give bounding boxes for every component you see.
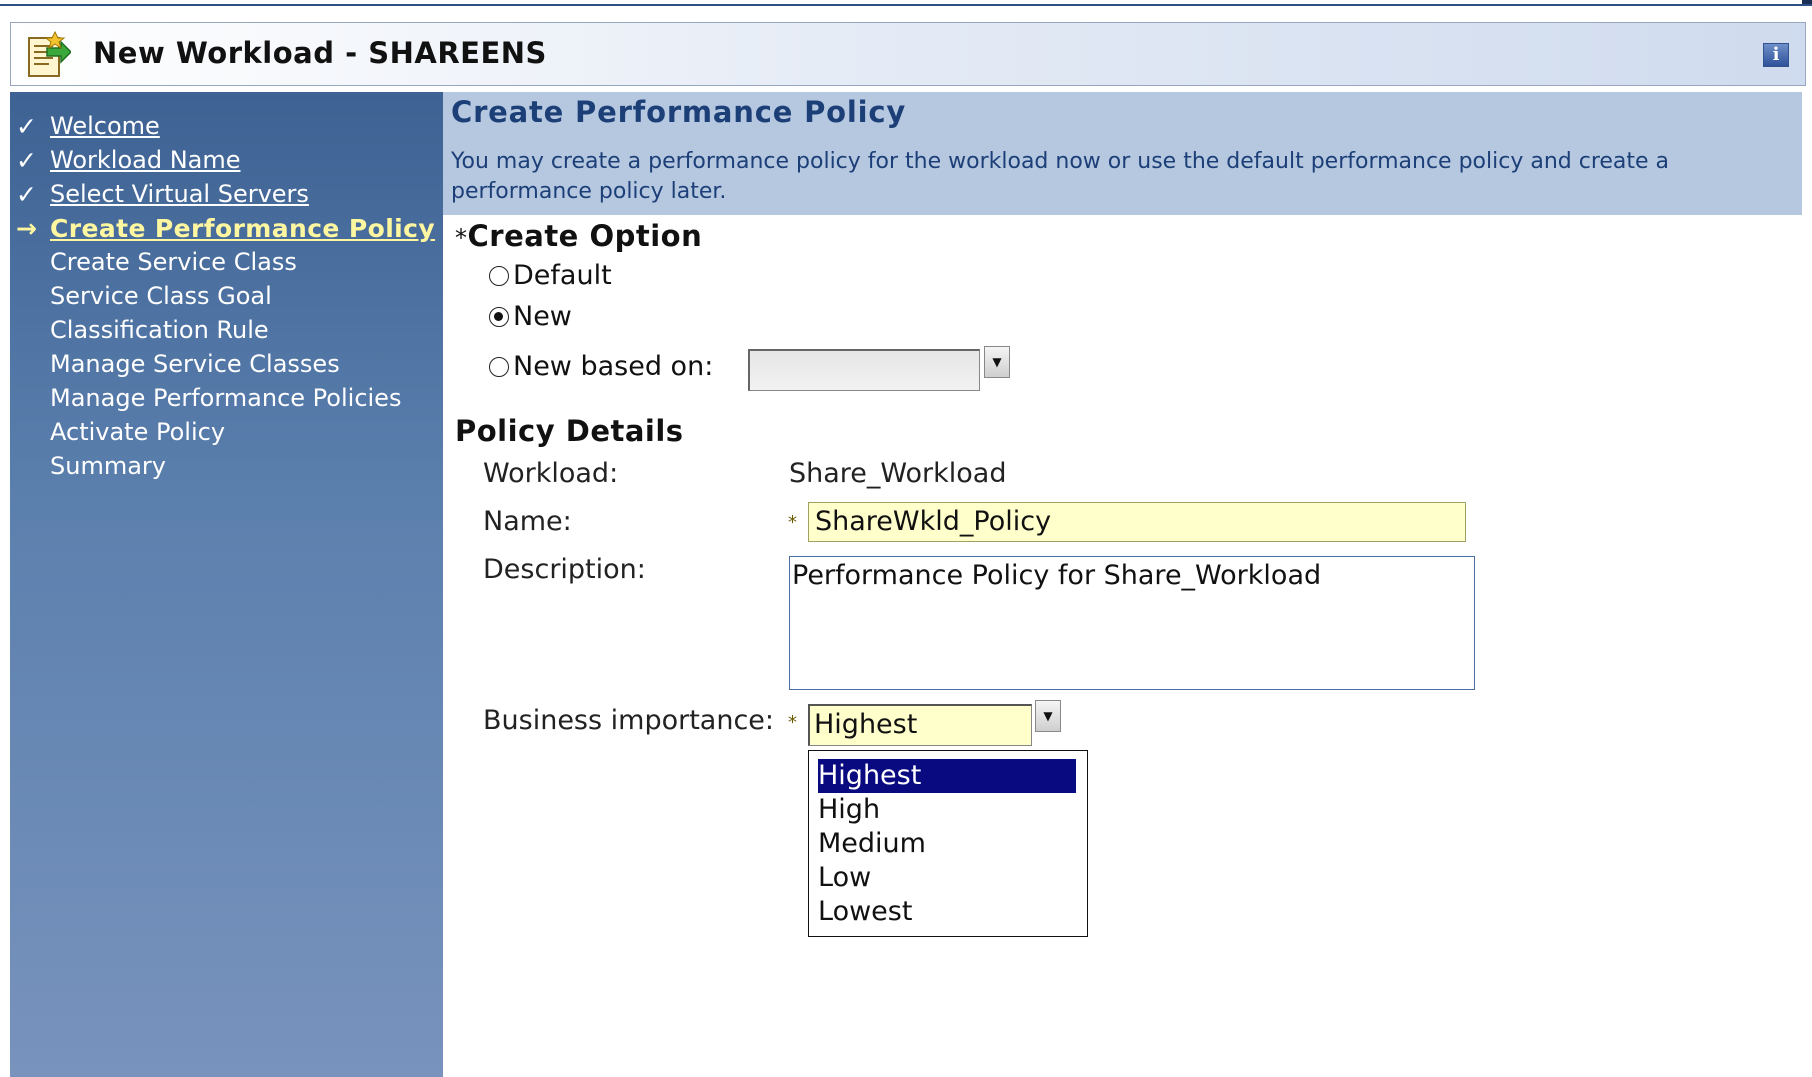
wizard-icon <box>28 30 71 77</box>
step-label[interactable]: Select Virtual Servers <box>50 180 309 208</box>
radio-label[interactable]: New based on: <box>513 351 713 382</box>
checkmark-icon: ✓ <box>16 112 37 141</box>
workload-label: Workload: <box>483 458 619 489</box>
page-description: You may create a performance policy for … <box>451 149 1670 204</box>
step-label: Service Class Goal <box>50 282 272 310</box>
step-label: Manage Performance Policies <box>50 384 402 412</box>
step-classification-rule: Classification Rule <box>10 316 443 350</box>
step-label: Activate Policy <box>50 418 226 446</box>
radio-label[interactable]: Default <box>513 260 612 291</box>
radio-new[interactable] <box>489 307 509 327</box>
window-top-border <box>0 0 1812 6</box>
step-label[interactable]: Workload Name <box>50 146 241 174</box>
step-label: Manage Service Classes <box>50 350 340 378</box>
page-title: Create Performance Policy <box>451 95 907 129</box>
option-lowest[interactable]: Lowest <box>818 895 1076 929</box>
business-importance-options: Highest High Medium Low Lowest <box>808 750 1088 937</box>
step-label[interactable]: Create Performance Policy <box>50 214 435 243</box>
step-select-virtual-servers[interactable]: ✓ Select Virtual Servers <box>10 180 443 214</box>
option-medium[interactable]: Medium <box>818 827 1076 861</box>
wizard-step-nav: ✓ Welcome ✓ Workload Name ✓ Select Virtu… <box>10 92 443 1077</box>
checkmark-icon: ✓ <box>16 146 37 175</box>
workload-value: Share_Workload <box>789 458 1007 489</box>
create-option-heading: *Create Option <box>455 219 702 253</box>
step-label: Create Service Class <box>50 248 297 276</box>
required-star: * <box>788 512 797 533</box>
business-importance-select[interactable]: Highest <box>808 704 1032 746</box>
main-panel: Create Performance Policy You may create… <box>443 92 1812 1077</box>
based-on-select[interactable] <box>748 349 980 391</box>
step-service-class-goal: Service Class Goal <box>10 282 443 316</box>
step-create-service-class: Create Service Class <box>10 248 443 282</box>
window-corner <box>1802 0 1812 4</box>
required-star: * <box>455 224 468 252</box>
policy-name-input[interactable]: ShareWkld_Policy <box>808 502 1466 542</box>
window-title: New Workload - SHAREENS <box>93 36 547 70</box>
step-summary: Summary <box>10 452 443 486</box>
option-high[interactable]: High <box>818 793 1076 827</box>
name-label: Name: <box>483 506 572 537</box>
info-icon[interactable]: i <box>1763 43 1789 67</box>
step-label: Summary <box>50 452 166 480</box>
arrow-right-icon: → <box>16 214 37 243</box>
radio-label[interactable]: New <box>513 301 572 332</box>
description-textarea[interactable]: Performance Policy for Share_Workload <box>789 556 1475 690</box>
title-bar: New Workload - SHAREENS i <box>10 22 1806 86</box>
step-activate-policy: Activate Policy <box>10 418 443 452</box>
step-create-performance-policy[interactable]: → Create Performance Policy <box>10 214 443 248</box>
business-importance-dropdown-button[interactable]: ▼ <box>1035 700 1061 732</box>
radio-default[interactable] <box>489 266 509 286</box>
page-header: Create Performance Policy You may create… <box>443 92 1802 215</box>
heading-text: Create Option <box>467 219 703 253</box>
business-importance-label: Business importance: <box>483 705 775 736</box>
step-welcome[interactable]: ✓ Welcome <box>10 112 443 146</box>
description-label: Description: <box>483 554 646 585</box>
policy-details-heading: Policy Details <box>455 414 684 448</box>
required-star: * <box>788 712 797 733</box>
based-on-dropdown-button[interactable]: ▼ <box>984 346 1010 378</box>
checkmark-icon: ✓ <box>16 180 37 209</box>
option-low[interactable]: Low <box>818 861 1076 895</box>
radio-new-based-on[interactable] <box>489 357 509 377</box>
step-manage-performance-policies: Manage Performance Policies <box>10 384 443 418</box>
step-label: Classification Rule <box>50 316 269 344</box>
step-label[interactable]: Welcome <box>50 112 160 140</box>
step-workload-name[interactable]: ✓ Workload Name <box>10 146 443 180</box>
step-manage-service-classes: Manage Service Classes <box>10 350 443 384</box>
option-highest[interactable]: Highest <box>818 759 1076 793</box>
